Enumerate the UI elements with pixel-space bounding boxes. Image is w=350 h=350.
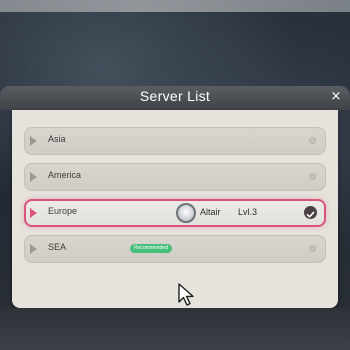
character-level: Lvl.3: [238, 207, 258, 217]
check-icon: [304, 206, 317, 219]
dialog-title: Server List: [139, 88, 211, 104]
game-screen: Server List × Asia America Europe Altair…: [0, 0, 350, 350]
status-dot-icon: [309, 173, 316, 180]
dialog-header: Server List ×: [0, 86, 350, 110]
close-button[interactable]: ×: [328, 89, 344, 105]
server-row-sea[interactable]: SEA Recommended: [24, 235, 326, 263]
recommended-badge: Recommended: [130, 244, 172, 253]
status-dot-icon: [309, 245, 316, 252]
flag-icon: [30, 172, 37, 182]
flag-icon: [30, 244, 37, 254]
status-dot-icon: [309, 137, 316, 144]
server-row-europe[interactable]: Europe Altair Lvl.3: [24, 199, 326, 227]
background-bottom: [0, 308, 350, 350]
server-name: Europe: [48, 206, 78, 216]
server-name: Asia: [48, 134, 66, 144]
mouse-cursor-icon: [176, 282, 198, 308]
server-list: Asia America Europe Altair Lvl.3 SEA Rec…: [12, 110, 338, 308]
character-name: Altair: [200, 207, 221, 217]
server-row-asia[interactable]: Asia: [24, 127, 326, 155]
flag-icon: [30, 208, 37, 218]
server-name: America: [48, 170, 82, 180]
server-row-america[interactable]: America: [24, 163, 326, 191]
server-list-dialog: Server List × Asia America Europe Altair…: [0, 86, 350, 308]
server-name: SEA: [48, 242, 67, 252]
character-avatar: [176, 203, 196, 223]
flag-icon: [30, 136, 37, 146]
